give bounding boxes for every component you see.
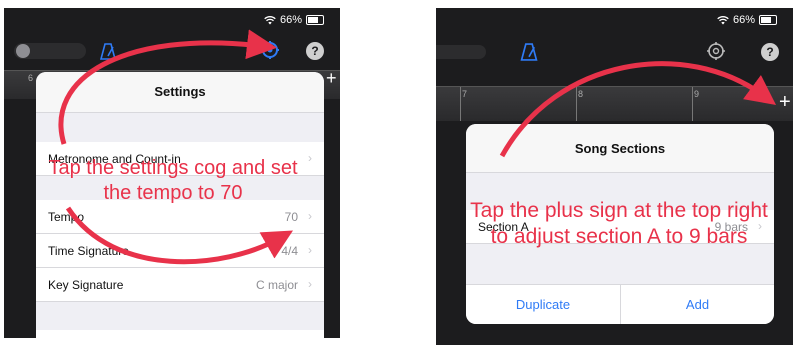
arrow-icon — [58, 29, 294, 265]
arrow-icon — [499, 61, 777, 158]
settings-screenshot: 66% ? 6 + Settings Metronome and Count-i… — [4, 8, 340, 338]
song-sections-screenshot: 66% ? 7 8 9 + Song Sections Section A 9 … — [436, 8, 793, 345]
